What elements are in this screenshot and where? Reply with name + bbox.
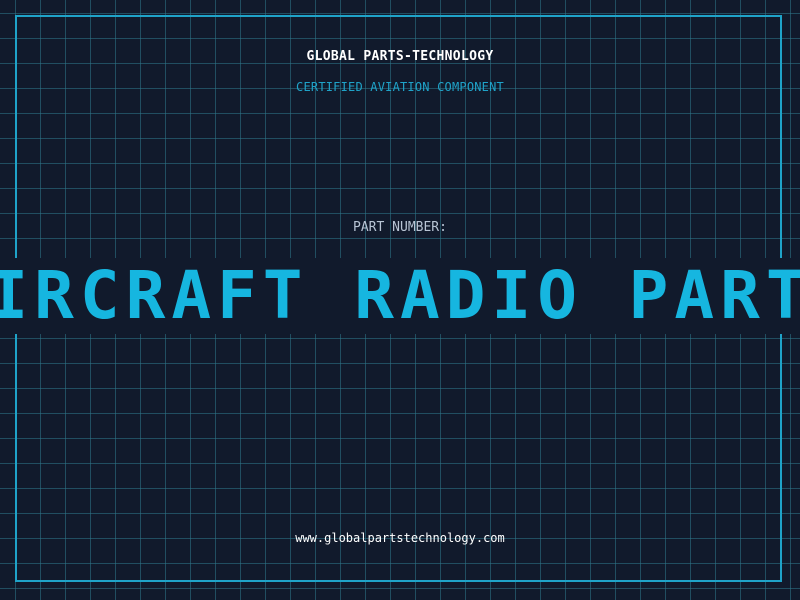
- certification-subtitle: CERTIFIED AVIATION COMPONENT: [296, 80, 504, 94]
- website-url: www.globalpartstechnology.com: [295, 531, 505, 545]
- part-number-label: PART NUMBER:: [353, 220, 447, 235]
- part-number-banner: AIRCRAFT RADIO PARTS: [0, 258, 800, 334]
- part-number-value: AIRCRAFT RADIO PARTS: [0, 258, 800, 334]
- company-name: GLOBAL PARTS-TECHNOLOGY: [306, 49, 494, 64]
- label-card: GLOBAL PARTS-TECHNOLOGY CERTIFIED AVIATI…: [0, 0, 800, 600]
